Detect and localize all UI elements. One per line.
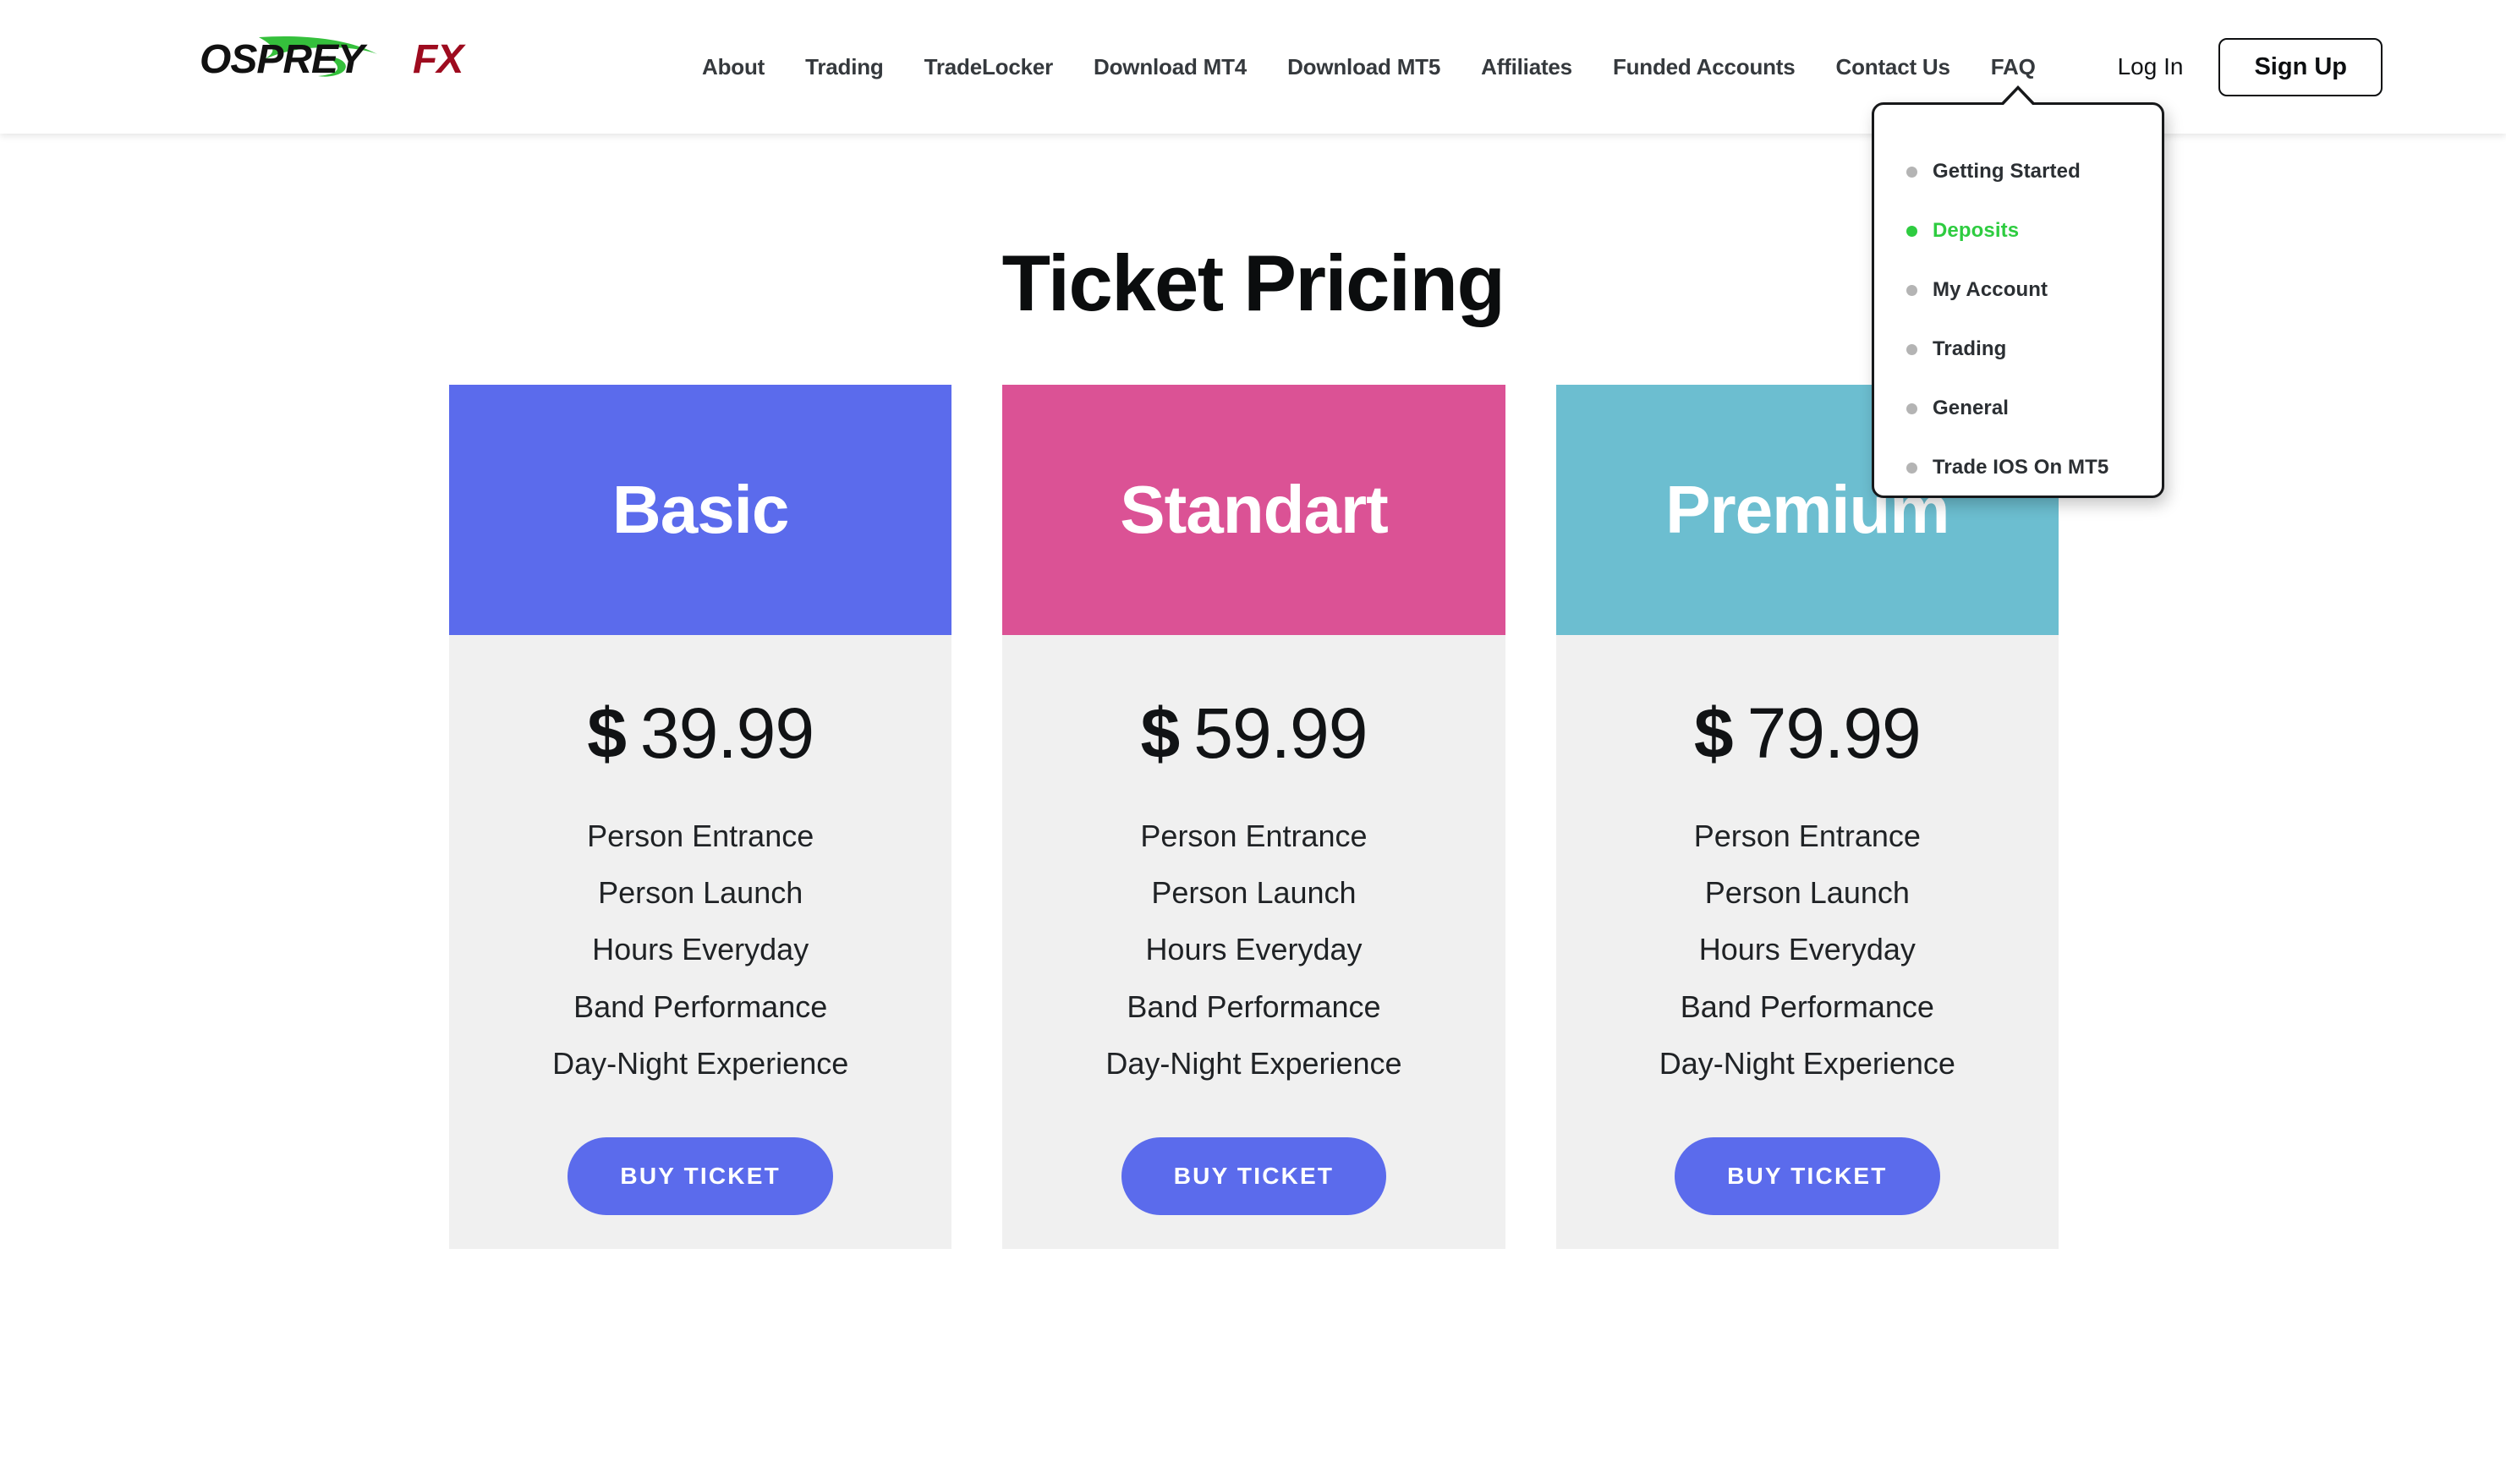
nav-item-about[interactable]: About: [682, 54, 785, 80]
feature-item: Band Performance: [1127, 988, 1381, 1024]
bullet-icon: [1906, 225, 1917, 237]
price-amount: 79.99: [1747, 693, 1922, 773]
buy-ticket-button-standart[interactable]: BUY TICKET: [1121, 1136, 1387, 1215]
bullet-icon: [1906, 166, 1917, 178]
pricing-card-basic: Basic $ 39.99 Person Entrance Person Lau…: [449, 385, 952, 1249]
price-amount: 39.99: [639, 693, 814, 773]
bullet-icon: [1906, 284, 1917, 296]
feature-item: Person Launch: [598, 875, 803, 911]
nav-item-download-mt4[interactable]: Download MT4: [1073, 54, 1267, 80]
dropdown-item-trade-ios-on-mt5[interactable]: Trade IOS On MT5: [1874, 438, 2162, 497]
card-price: $ 79.99: [1693, 693, 1922, 773]
svg-text:OSPREY: OSPREY: [200, 37, 368, 79]
buy-ticket-button-basic[interactable]: BUY TICKET: [568, 1136, 833, 1215]
card-title: Basic: [611, 472, 789, 547]
price-currency: $: [1140, 693, 1181, 773]
nav-item-contact-us[interactable]: Contact Us: [1816, 54, 1971, 80]
bullet-icon: [1906, 462, 1917, 474]
card-header-basic: Basic: [449, 385, 952, 635]
card-header-standart: Standart: [1002, 385, 1505, 635]
main-navigation: About Trading TradeLocker Download MT4 D…: [682, 0, 2056, 134]
dropdown-item-deposits[interactable]: Deposits: [1874, 201, 2162, 260]
dropdown-item-getting-started[interactable]: Getting Started: [1874, 142, 2162, 201]
buy-ticket-button-premium[interactable]: BUY TICKET: [1675, 1136, 1940, 1215]
pricing-card-standart: Standart $ 59.99 Person Entrance Person …: [1002, 385, 1505, 1249]
nav-item-faq[interactable]: FAQ: [1971, 54, 2056, 80]
feature-item: Person Entrance: [1140, 819, 1368, 853]
dropdown-item-label: Getting Started: [1933, 160, 2081, 183]
pricing-card-premium: Premium $ 79.99 Person Entrance Person L…: [1555, 385, 2059, 1249]
card-feature-list: Person Entrance Person Launch Hours Ever…: [1002, 818, 1505, 1082]
feature-item: Band Performance: [1680, 988, 1934, 1024]
card-price: $ 39.99: [587, 698, 814, 769]
signup-button[interactable]: Sign Up: [2218, 37, 2383, 96]
card-feature-list: Person Entrance Person Launch Hours Ever…: [449, 818, 951, 1082]
dropdown-item-label: My Account: [1933, 278, 2048, 301]
dropdown-item-label: General: [1933, 397, 2010, 419]
pricing-cards-row: Basic $ 39.99 Person Entrance Person Lau…: [449, 385, 2059, 1249]
nav-item-funded-accounts[interactable]: Funded Accounts: [1593, 54, 1816, 80]
feature-item: Day-Night Experience: [1105, 1045, 1402, 1081]
login-link[interactable]: Log In: [2118, 53, 2184, 80]
card-feature-list: Person Entrance Person Launch Hours Ever…: [1556, 818, 2059, 1082]
nav-item-tradelocker[interactable]: TradeLocker: [904, 54, 1073, 80]
bullet-icon: [1906, 402, 1917, 414]
nav-item-affiliates[interactable]: Affiliates: [1461, 54, 1593, 80]
price-currency: $: [1693, 693, 1734, 773]
price-currency: $: [587, 693, 627, 773]
feature-item: Hours Everyday: [1698, 932, 1916, 967]
feature-item: Day-Night Experience: [1659, 1045, 1955, 1081]
feature-item: Hours Everyday: [592, 932, 809, 967]
dropdown-item-my-account[interactable]: My Account: [1874, 260, 2162, 320]
dropdown-item-trading[interactable]: Trading: [1874, 320, 2162, 379]
nav-item-download-mt5[interactable]: Download MT5: [1267, 54, 1461, 80]
dropdown-item-label: Trade IOS On MT5: [1933, 456, 2109, 479]
price-amount: 59.99: [1193, 693, 1368, 773]
dropdown-item-general[interactable]: General: [1874, 379, 2162, 438]
page-root: OSPREY FX About Trading TradeLocker Down…: [0, 0, 2506, 1484]
feature-item: Day-Night Experience: [552, 1045, 849, 1081]
nav-item-trading[interactable]: Trading: [785, 54, 904, 80]
svg-text:FX: FX: [413, 37, 466, 79]
feature-item: Person Launch: [1151, 875, 1357, 911]
card-price: $ 59.99: [1141, 698, 1368, 769]
dropdown-item-label: Deposits: [1933, 219, 2020, 242]
card-title: Standart: [1120, 472, 1388, 547]
feature-item: Person Entrance: [1693, 819, 1921, 853]
feature-item: Hours Everyday: [1145, 932, 1363, 967]
bullet-icon: [1906, 343, 1917, 355]
faq-dropdown-menu: Getting Started Deposits My Account Trad…: [1872, 85, 2164, 498]
feature-item: Person Entrance: [587, 819, 814, 853]
dropdown-item-label: Trading: [1933, 337, 2007, 360]
logo-icon: OSPREY FX: [200, 36, 467, 79]
ospreyfx-logo[interactable]: OSPREY FX: [200, 36, 546, 79]
feature-item: Band Performance: [573, 988, 828, 1024]
feature-item: Person Launch: [1704, 875, 1910, 911]
